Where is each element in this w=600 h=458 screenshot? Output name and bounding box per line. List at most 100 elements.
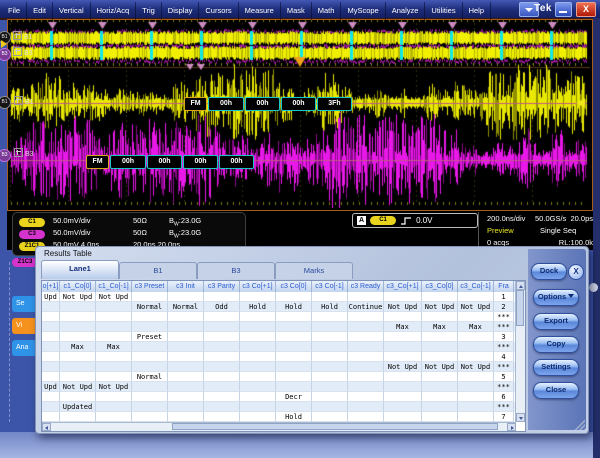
cell: Preset (132, 332, 168, 342)
cell (204, 332, 240, 342)
cell: Odd (204, 302, 240, 312)
table-row[interactable]: Updated*** (42, 402, 525, 412)
cell: Hold (276, 302, 312, 312)
cell (312, 362, 348, 372)
cell (384, 342, 422, 352)
cell (348, 312, 384, 322)
channel-badge[interactable]: C1 (19, 218, 45, 227)
tab-b1[interactable]: B1 (119, 262, 197, 279)
table-row[interactable]: *** (42, 312, 525, 322)
channel-bandwidth: BW:23.0G (169, 228, 201, 240)
table-row[interactable]: UpdNot UpdNot Upd*** (42, 382, 525, 392)
window-close-button[interactable]: X (568, 264, 584, 280)
resize-grip[interactable] (573, 418, 585, 430)
menu-item-edit[interactable]: Edit (27, 2, 53, 20)
expander-icon[interactable] (13, 31, 22, 40)
tab-marks[interactable]: Marks (275, 262, 353, 279)
channel-badge[interactable]: C3 (19, 230, 45, 239)
table-row[interactable]: MaxMaxMax*** (42, 322, 525, 332)
menu-item-measure[interactable]: Measure (239, 2, 281, 20)
scroll-down-arrow[interactable] (516, 413, 525, 422)
cell (312, 312, 348, 322)
cell (276, 292, 312, 302)
horizontal-readout: 200.0ns/div 50.0GS/s 20.0ps Preview Sing… (487, 213, 593, 249)
menu-item-vertical[interactable]: Vertical (53, 2, 91, 20)
cell (458, 312, 494, 322)
cell: Not Upd (60, 292, 96, 302)
menu-item-math[interactable]: Math (312, 2, 342, 20)
scroll-right-arrow[interactable] (507, 423, 516, 431)
menu-item-analyze[interactable]: Analyze (386, 2, 426, 20)
menu-item-cursors[interactable]: Cursors (199, 2, 238, 20)
menu-item-mask[interactable]: Mask (281, 2, 312, 20)
cell (240, 382, 276, 392)
column-header: c3_Co[-1] (458, 281, 494, 292)
table-row[interactable]: Decr6 (42, 392, 525, 402)
cell (422, 332, 458, 342)
cell (168, 292, 204, 302)
cell: Hold (312, 302, 348, 312)
b3-decode-value: 00h (183, 155, 218, 169)
horizontal-scrollbar[interactable] (42, 422, 516, 431)
table-row[interactable]: Hold7 (42, 412, 525, 422)
menu-item-myscope[interactable]: MyScope (341, 2, 385, 20)
vertical-scroll-thumb[interactable] (516, 290, 524, 326)
cell: *** (494, 362, 514, 372)
settings-button[interactable]: Settings (533, 359, 579, 376)
table-row[interactable]: Not UpdNot UpdNot Upd*** (42, 362, 525, 372)
table-row[interactable]: Normal5 (42, 372, 525, 382)
menu-item-display[interactable]: Display (162, 2, 200, 20)
table-row[interactable]: MaxMax*** (42, 342, 525, 352)
table-row[interactable]: Preset3 (42, 332, 525, 342)
cell (204, 392, 240, 402)
expander-icon[interactable] (13, 47, 22, 56)
export-button[interactable]: Export (533, 313, 579, 330)
cell (384, 352, 422, 362)
copy-button[interactable]: Copy (533, 336, 579, 353)
vertical-scrollbar[interactable] (515, 281, 525, 422)
cell (204, 322, 240, 332)
expander-icon[interactable] (14, 148, 23, 157)
tab-b3[interactable]: B3 (197, 262, 275, 279)
cell: 6 (494, 392, 514, 402)
close-button[interactable]: X (576, 2, 596, 17)
horizontal-scroll-thumb[interactable] (172, 423, 498, 430)
expander-icon[interactable] (14, 96, 23, 105)
cell (276, 382, 312, 392)
cell (132, 412, 168, 422)
cell (240, 372, 276, 382)
scroll-up-arrow[interactable] (516, 281, 525, 290)
b1-decode-frame-marker: FM (184, 97, 207, 111)
options-button[interactable]: Options (533, 289, 579, 306)
cell (384, 392, 422, 402)
cell: *** (494, 342, 514, 352)
cell (42, 342, 60, 352)
cell: Max (458, 322, 494, 332)
close-window-button[interactable]: Close (533, 382, 579, 399)
menu-item-trig[interactable]: Trig (136, 2, 162, 20)
cell (168, 362, 204, 372)
cell (422, 392, 458, 402)
cell (240, 342, 276, 352)
frame-notch (589, 283, 598, 292)
cell: Max (96, 342, 132, 352)
table-row[interactable]: NormalNormalOddHoldHoldHoldContinueNot U… (42, 302, 525, 312)
dock-button[interactable]: Dock (531, 263, 567, 280)
table-row[interactable]: UpdNot UpdNot Upd1 (42, 292, 525, 302)
cell: Hold (276, 412, 312, 422)
table-row[interactable]: 4 (42, 352, 525, 362)
tab-lane1[interactable]: Lane1 (41, 260, 119, 279)
cell (348, 322, 384, 332)
menu-item-utilities[interactable]: Utilities (425, 2, 462, 20)
cell (42, 402, 60, 412)
cell (96, 412, 132, 422)
cell (422, 412, 458, 422)
menu-item-help[interactable]: Help (463, 2, 491, 20)
scroll-left-arrow[interactable] (42, 423, 51, 431)
menu-item-file[interactable]: File (2, 2, 27, 20)
cell: *** (494, 402, 514, 412)
menu-item-horizacq[interactable]: Horiz/Acq (91, 2, 137, 20)
cell: Not Upd (96, 382, 132, 392)
minimize-button[interactable] (555, 2, 572, 17)
table-header-row: o[+1]c1_Co[0]c1_Co[-1]c3 Presetc3 Initc3… (42, 281, 525, 292)
